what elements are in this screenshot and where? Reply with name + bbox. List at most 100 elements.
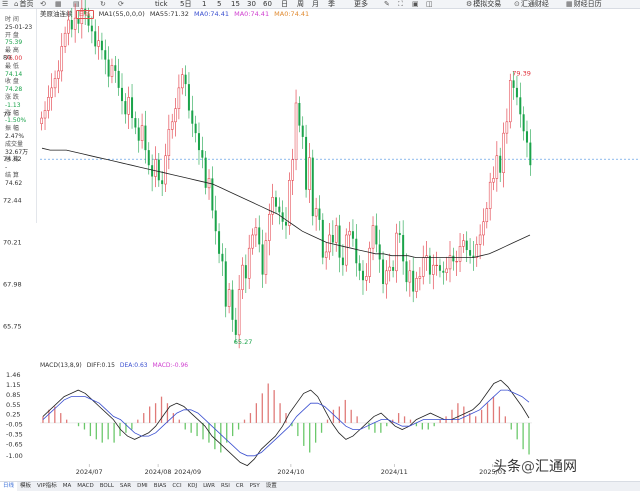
candle-body <box>157 159 160 181</box>
candle-body <box>218 231 221 254</box>
candle-body <box>43 110 47 119</box>
candle-body <box>305 136 308 190</box>
tab-1[interactable]: 模板 <box>17 482 34 491</box>
candle-body <box>445 268 448 273</box>
macd-y-tick-label: 0.55 <box>6 401 20 409</box>
candle-body <box>221 253 224 262</box>
tab-2[interactable]: VIP指标 <box>34 482 60 491</box>
candle-body <box>291 159 294 181</box>
candle-body <box>314 208 318 217</box>
candle-body <box>515 87 518 98</box>
candle-body <box>177 87 181 109</box>
macd-dea: DEA:0.63 <box>119 362 148 369</box>
tab-9[interactable]: CCI <box>169 482 184 491</box>
candle-body <box>519 97 522 115</box>
macd-name: MACD(13,8,9) <box>40 362 82 369</box>
candle-body <box>164 155 167 185</box>
y-tick-label: 77 <box>3 110 11 118</box>
macd-y-tick-label: 1.15 <box>6 381 20 389</box>
candle-body <box>40 117 43 124</box>
candle-body <box>488 181 492 209</box>
candle-body <box>197 133 200 151</box>
candle-body <box>57 70 60 79</box>
low-annotation: 65.27 <box>234 338 253 346</box>
candle-body <box>358 263 361 271</box>
candle-body <box>137 127 140 141</box>
y-tick-label: 72.44 <box>3 196 22 204</box>
candle-body <box>120 87 124 102</box>
tab-15[interactable]: 设置 <box>263 482 280 491</box>
symbol-name: 美原油连续 <box>40 10 73 18</box>
macd-y-tick-label: -0.65 <box>6 440 23 448</box>
tab-0[interactable]: 日线 <box>0 482 18 491</box>
candle-body <box>408 270 412 283</box>
x-tick-label: 2024/10 <box>277 468 304 476</box>
candle-body <box>241 264 244 290</box>
macd-diff: DIFF:0.15 <box>86 362 115 369</box>
candle-body <box>134 118 137 128</box>
candle-body <box>110 65 114 77</box>
candle-body <box>405 261 408 283</box>
candle-body <box>435 264 438 266</box>
candle-body <box>438 265 441 271</box>
period-badge[interactable]: 日线 <box>75 10 94 19</box>
candle-body <box>170 121 174 130</box>
candle-body <box>508 80 512 123</box>
candle-body <box>502 132 505 173</box>
candle-body <box>268 213 271 241</box>
candle-body <box>144 125 147 151</box>
tab-7[interactable]: DMI <box>134 482 151 491</box>
x-tick-label: 2024/08 <box>145 468 172 476</box>
candle-body <box>264 240 268 275</box>
y-tick-label: 67.98 <box>3 280 22 288</box>
candle-body <box>485 208 489 223</box>
candle-body <box>224 261 227 307</box>
candle-body <box>63 32 67 47</box>
tab-14[interactable]: PSY <box>247 482 263 491</box>
macd-y-tick-label: 0.25 <box>6 411 20 419</box>
candle-body <box>331 234 334 243</box>
candle-body <box>90 25 93 32</box>
candle-body <box>201 150 204 158</box>
candle-body <box>324 251 328 258</box>
candle-body <box>214 210 217 232</box>
candle-body <box>382 259 385 284</box>
candle-body <box>167 129 171 157</box>
macd-value: MACD:-0.96 <box>152 362 189 369</box>
tab-10[interactable]: KDJ <box>185 482 200 491</box>
candle-body <box>284 221 288 226</box>
tab-6[interactable]: SAR <box>117 482 134 491</box>
candle-body <box>50 87 53 98</box>
candle-body <box>452 255 455 262</box>
candle-body <box>308 157 311 190</box>
tab-8[interactable]: BIAS <box>151 482 170 491</box>
candle-body <box>462 240 465 247</box>
tab-11[interactable]: LWR <box>200 482 218 491</box>
ma1-label: MA1(55,0,0,0) <box>98 10 145 18</box>
candle-body <box>73 17 77 30</box>
tab-12[interactable]: RSI <box>218 482 233 491</box>
price-chart[interactable]: 80 77 74.62 72.44 70.21 67.98 65.75 79.39 65.27 2… <box>0 0 640 481</box>
y-tick-label: 70.21 <box>3 238 22 246</box>
candle-body <box>499 155 502 173</box>
tab-5[interactable]: BOLL <box>97 482 117 491</box>
x-tick-label: 2024/11 <box>381 468 408 476</box>
candle-body <box>114 65 117 71</box>
candle-body <box>247 247 251 279</box>
candle-body <box>204 157 207 188</box>
candle-body <box>131 97 134 119</box>
candle-body <box>194 123 197 134</box>
tab-13[interactable]: CR <box>233 482 247 491</box>
tab-4[interactable]: MACD <box>74 482 97 491</box>
ma0-label-a: MA0:74.41 <box>194 10 230 18</box>
candle-body <box>234 319 237 335</box>
candle-body <box>402 234 405 262</box>
tab-3[interactable]: MA <box>60 482 75 491</box>
candle-body <box>104 50 107 60</box>
candle-body <box>97 40 100 47</box>
candle-body <box>442 270 445 273</box>
y-tick-label: 80 <box>3 54 11 62</box>
candle-body <box>378 244 381 260</box>
candle-body <box>412 270 415 292</box>
candle-body <box>237 289 241 336</box>
